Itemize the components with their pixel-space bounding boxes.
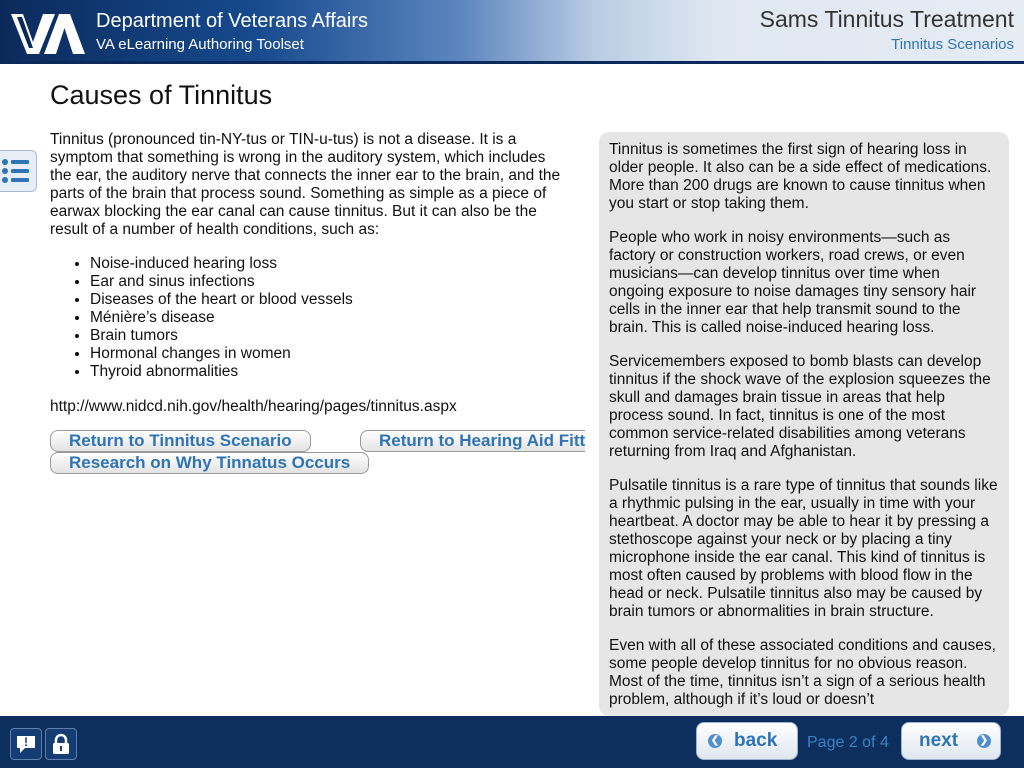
list-item: Brain tumors xyxy=(90,327,353,345)
help-icon: ! xyxy=(17,735,35,753)
page-indicator: Page 2 of 4 xyxy=(807,734,889,751)
department-title: Department of Veterans Affairs xyxy=(96,10,369,32)
side-panel-paragraph: People who work in noisy environments—su… xyxy=(609,229,977,336)
list-item: Hormonal changes in women xyxy=(90,345,353,363)
list-item: Diseases of the heart or blood vessels xyxy=(90,291,353,309)
lock-button[interactable] xyxy=(45,728,77,760)
course-subtitle: Tinnitus Scenarios xyxy=(891,36,1014,53)
next-button[interactable]: next ❯ xyxy=(901,722,1001,760)
causes-list: Noise-induced hearing loss Ear and sinus… xyxy=(50,255,353,381)
svg-text:!: ! xyxy=(24,735,28,749)
menu-button[interactable] xyxy=(0,150,37,192)
intro-paragraph: Tinnitus (pronounced tin-NY-tus or TIN-u… xyxy=(50,131,561,238)
side-panel-paragraph: Even with all of these associated condit… xyxy=(609,637,996,708)
lock-icon xyxy=(53,733,69,754)
back-label: back xyxy=(734,730,778,751)
list-item: Noise-induced hearing loss xyxy=(90,255,353,273)
course-title: Sams Tinnitus Treatment xyxy=(759,6,1014,32)
side-panel[interactable]: Tinnitus is sometimes the first sign of … xyxy=(599,132,1009,716)
page-title: Causes of Tinnitus xyxy=(50,80,273,110)
list-item: Thyroid abnormalities xyxy=(90,363,353,381)
list-item: Ear and sinus infections xyxy=(90,273,353,291)
back-button[interactable]: ❮ back xyxy=(696,722,798,760)
list-menu-icon xyxy=(2,159,29,183)
help-button[interactable]: ! xyxy=(10,728,42,760)
footer-bar: ! ❮ back Page 2 of 4 next ❯ xyxy=(0,716,1024,768)
side-panel-paragraph: Pulsatile tinnitus is a rare type of tin… xyxy=(609,477,998,620)
department-subtitle: VA eLearning Authoring Toolset xyxy=(96,36,304,53)
header-banner: Department of Veterans Affairs VA eLearn… xyxy=(0,0,1024,64)
chevron-left-icon: ❮ xyxy=(708,734,722,748)
research-button[interactable]: Research on Why Tinnatus Occurs xyxy=(50,452,370,474)
va-logo xyxy=(11,14,85,54)
navigation-buttons: Return to Tinnitus Scenario Return to He… xyxy=(50,428,585,478)
chevron-right-icon: ❯ xyxy=(977,734,991,748)
side-panel-paragraph: Tinnitus is sometimes the first sign of … xyxy=(609,141,992,212)
list-item: Ménière’s disease xyxy=(90,309,353,327)
return-to-scenario-button[interactable]: Return to Tinnitus Scenario xyxy=(50,430,311,452)
source-url: http://www.nidcd.nih.gov/health/hearing/… xyxy=(50,398,457,415)
return-to-hearing-aid-button[interactable]: Return to Hearing Aid Fitting xyxy=(360,430,585,452)
next-label: next xyxy=(919,730,959,751)
side-panel-paragraph: Servicemembers exposed to bomb blasts ca… xyxy=(609,353,991,460)
